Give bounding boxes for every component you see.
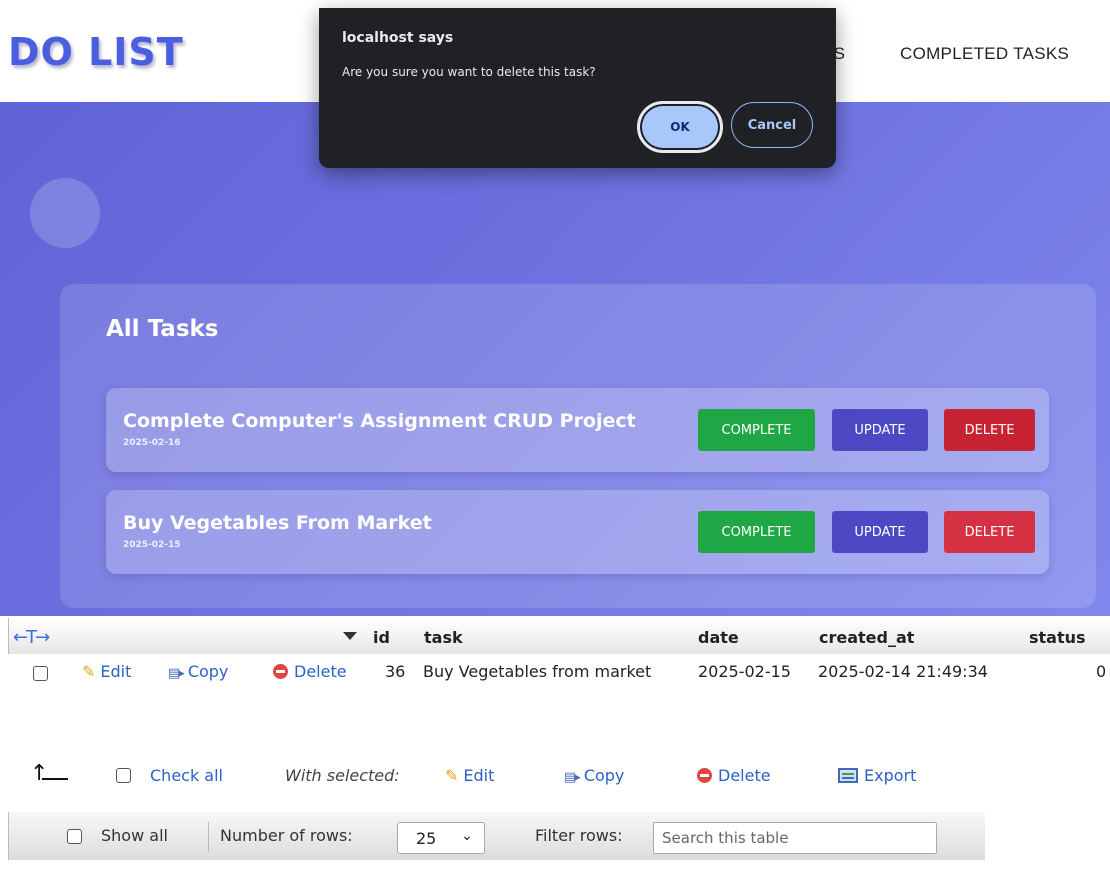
check-all-label[interactable]: Check all — [150, 766, 223, 785]
column-header-date[interactable]: date — [698, 628, 739, 647]
sort-dropdown-icon[interactable] — [343, 632, 357, 640]
app-logo: DO LIST — [8, 30, 184, 74]
confirm-dialog: localhost says Are you sure you want to … — [319, 8, 836, 168]
bulk-edit-label: Edit — [463, 766, 495, 785]
column-header-task[interactable]: task — [424, 628, 463, 647]
nav-completed-tasks-link[interactable]: COMPLETED TASKS — [900, 44, 1069, 64]
column-resize-arrows-icon[interactable]: ←T→ — [13, 627, 50, 648]
cancel-button[interactable]: Cancel — [731, 102, 813, 148]
row-copy-label: Copy — [187, 662, 229, 681]
complete-button[interactable]: COMPLETE — [698, 511, 815, 553]
cell-task: Buy Vegetables from market — [423, 662, 652, 681]
check-all-checkbox[interactable] — [116, 768, 131, 783]
decorative-circle — [30, 178, 100, 248]
dialog-title: localhost says — [342, 30, 454, 46]
cell-status: 0 — [1096, 662, 1107, 681]
bulk-copy-button[interactable]: ▤▸ Copy — [564, 766, 624, 785]
copy-icon: ▤▸ — [168, 666, 185, 681]
show-all-label[interactable]: Show all — [101, 826, 168, 845]
with-selected-label: With selected: — [285, 766, 400, 785]
task-card: Complete Computer's Assignment CRUD Proj… — [106, 388, 1049, 472]
row-delete-label: Delete — [294, 662, 347, 681]
panel-title: All Tasks — [106, 316, 219, 342]
task-card: Buy Vegetables From Market 2025-02-15 CO… — [106, 490, 1049, 574]
bulk-delete-button[interactable]: Delete — [697, 766, 771, 785]
bulk-actions-bar: ↑ Check all With selected: ✎ Edit ▤▸ Copy … — [0, 756, 1110, 796]
copy-icon: ▤▸ — [564, 770, 581, 785]
cell-date: 2025-02-15 — [698, 662, 791, 681]
table-header: ←T→ id task date created_at status — [8, 618, 1110, 654]
row-delete-link[interactable]: Delete — [273, 662, 347, 681]
pencil-icon: ✎ — [445, 766, 459, 785]
task-date: 2025-02-15 — [123, 540, 181, 550]
cell-created-at: 2025-02-14 21:49:34 — [818, 662, 988, 681]
bulk-edit-button[interactable]: ✎ Edit — [445, 766, 494, 785]
column-header-status[interactable]: status — [1029, 628, 1086, 647]
update-button[interactable]: UPDATE — [832, 511, 928, 553]
task-title: Complete Computer's Assignment CRUD Proj… — [123, 410, 636, 432]
row-edit-label: Edit — [100, 662, 132, 681]
delete-button[interactable]: DELETE — [944, 511, 1035, 553]
update-button[interactable]: UPDATE — [832, 409, 928, 451]
ok-button[interactable]: OK — [637, 101, 723, 153]
bulk-delete-label: Delete — [718, 766, 771, 785]
complete-button[interactable]: COMPLETE — [698, 409, 815, 451]
column-header-id[interactable]: id — [373, 628, 390, 647]
bulk-export-button[interactable]: Export — [838, 766, 916, 785]
row-edit-link[interactable]: ✎ Edit — [82, 662, 131, 681]
task-title: Buy Vegetables From Market — [123, 512, 432, 534]
delete-icon — [697, 768, 712, 783]
rows-per-page-value: 25 — [416, 829, 437, 848]
dialog-message: Are you sure you want to delete this tas… — [342, 65, 596, 79]
task-date: 2025-02-16 — [123, 438, 181, 448]
delete-button[interactable]: DELETE — [944, 409, 1035, 451]
row-checkbox[interactable] — [33, 666, 48, 681]
delete-icon — [273, 664, 288, 679]
export-icon — [838, 768, 858, 783]
bulk-export-label: Export — [864, 766, 917, 785]
column-header-created-at[interactable]: created_at — [819, 628, 914, 647]
pencil-icon: ✎ — [82, 662, 96, 681]
bulk-copy-label: Copy — [583, 766, 625, 785]
divider — [208, 822, 209, 852]
chevron-down-icon: ⌄ — [461, 828, 473, 844]
table-navigation-bar: Show all Number of rows: 25 ⌄ Filter row… — [8, 812, 985, 860]
rows-label: Number of rows: — [220, 826, 353, 845]
filter-rows-label: Filter rows: — [535, 826, 623, 845]
search-input[interactable] — [653, 822, 937, 854]
rows-per-page-select[interactable]: 25 ⌄ — [397, 822, 485, 854]
table-row: ✎ Edit ▤▸ Copy Delete 36 Buy Vegetables fr… — [0, 654, 1110, 688]
cell-id: 36 — [385, 662, 406, 681]
arrow-line — [42, 778, 68, 780]
row-copy-link[interactable]: ▤▸ Copy — [168, 662, 228, 681]
arrow-up-icon: ↑ — [30, 761, 49, 786]
database-table-view: ←T→ id task date created_at status ✎ Edit… — [0, 616, 1110, 877]
show-all-checkbox[interactable] — [67, 829, 82, 844]
